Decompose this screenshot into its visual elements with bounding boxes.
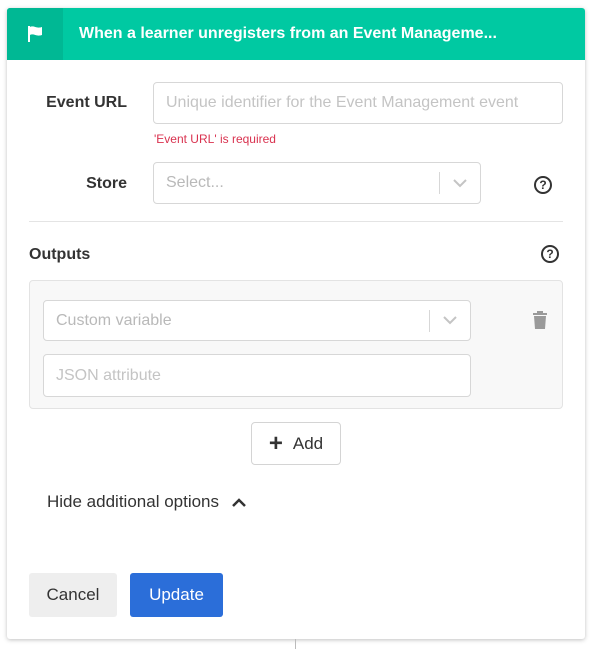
cancel-button[interactable]: Cancel (29, 573, 117, 617)
store-help-icon[interactable]: ? (534, 176, 552, 194)
panel-title: When a learner unregisters from an Event… (79, 25, 497, 42)
add-output-button[interactable]: + Add (251, 422, 341, 465)
update-button[interactable]: Update (130, 573, 223, 617)
hide-additional-options-toggle[interactable]: Hide additional options (47, 492, 247, 512)
chevron-up-icon (232, 498, 246, 507)
output-row: Custom variable (29, 280, 563, 409)
flag-icon-box (7, 8, 63, 60)
section-divider (29, 221, 563, 222)
panel-header: When a learner unregisters from an Event… (7, 8, 585, 60)
store-select-placeholder: Select... (166, 174, 224, 191)
custom-variable-select[interactable]: Custom variable (43, 300, 471, 341)
chevron-down-icon[interactable] (430, 301, 470, 341)
custom-variable-placeholder: Custom variable (56, 311, 172, 329)
hide-options-label: Hide additional options (47, 492, 220, 511)
store-label: Store (86, 175, 127, 192)
flag-icon (28, 26, 42, 42)
trash-icon[interactable] (532, 311, 548, 334)
event-url-label: Event URL (46, 94, 127, 111)
json-attribute-input[interactable] (43, 354, 471, 397)
event-url-input[interactable] (153, 82, 563, 124)
outputs-help-icon[interactable]: ? (541, 245, 559, 263)
event-url-error: 'Event URL' is required (154, 132, 276, 146)
store-select[interactable]: Select... (153, 162, 481, 204)
trigger-config-panel: When a learner unregisters from an Event… (7, 8, 585, 639)
chevron-down-icon[interactable] (440, 163, 480, 203)
add-output-label: Add (292, 433, 324, 453)
outputs-label: Outputs (29, 246, 91, 263)
plus-icon: + (268, 429, 283, 457)
flow-connector (295, 639, 296, 649)
